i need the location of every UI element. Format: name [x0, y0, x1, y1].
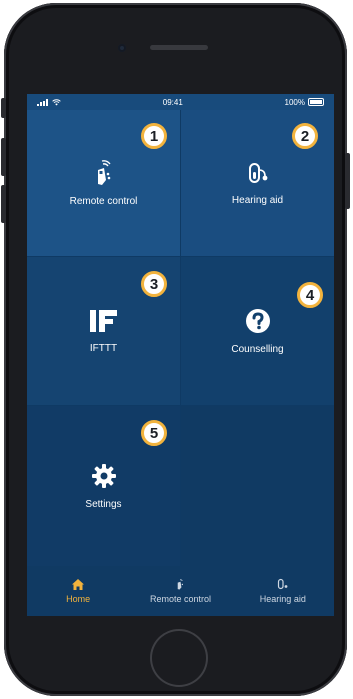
tab-remote-control[interactable]: Remote control	[129, 566, 231, 616]
home-icon	[72, 578, 85, 590]
tab-home[interactable]: Home	[27, 566, 129, 616]
tab-label-home: Home	[66, 593, 91, 604]
mute-switch	[1, 98, 6, 118]
signal-icon	[37, 98, 48, 106]
tile-remote-control[interactable]: Remote control 1	[27, 110, 180, 256]
tile-label-counselling: Counselling	[231, 343, 284, 355]
tile-hearing-aid[interactable]: Hearing aid 2	[181, 110, 334, 256]
gear-icon	[91, 463, 116, 488]
tile-ifttt[interactable]: IFTTT 3	[27, 257, 180, 405]
hearing-aid-icon	[278, 578, 288, 590]
volume-down-button	[1, 185, 6, 223]
tile-settings[interactable]: Settings 5	[27, 406, 180, 566]
hearing-aid-icon	[248, 162, 267, 183]
badge-2: 2	[292, 123, 318, 149]
app-screen: 09:41 100% Remote control 1 Hearing aid …	[27, 94, 334, 616]
tile-label-remote-control: Remote control	[69, 195, 138, 207]
earpiece-speaker	[150, 45, 208, 50]
remote-control-icon	[177, 579, 184, 590]
status-time: 09:41	[162, 97, 183, 107]
tab-label-hearing-aid: Hearing aid	[259, 594, 306, 604]
bottom-tab-bar: Home Remote control Hearing aid	[27, 566, 334, 616]
battery-percentage: 100%	[284, 97, 305, 107]
tile-label-ifttt: IFTTT	[89, 342, 118, 354]
ifttt-icon	[89, 309, 117, 332]
battery-icon	[308, 98, 324, 106]
wifi-icon	[52, 98, 61, 105]
badge-5: 5	[141, 420, 167, 446]
volume-up-button	[1, 138, 6, 176]
badge-4: 4	[297, 282, 323, 308]
front-camera	[118, 44, 126, 52]
tile-label-settings: Settings	[85, 498, 122, 510]
badge-1: 1	[141, 123, 167, 149]
tab-hearing-aid[interactable]: Hearing aid	[232, 566, 334, 616]
tile-label-hearing-aid: Hearing aid	[231, 194, 284, 206]
phone-frame: 09:41 100% Remote control 1 Hearing aid …	[1, 3, 350, 696]
question-icon	[245, 308, 270, 333]
power-button	[345, 153, 350, 209]
home-tile-grid: Remote control 1 Hearing aid 2 IFTTT 3 C…	[27, 110, 334, 566]
status-bar: 09:41 100%	[27, 94, 334, 110]
battery-indicator: 100%	[285, 98, 324, 107]
home-button[interactable]	[150, 629, 208, 687]
tab-label-remote-control: Remote control	[149, 594, 211, 604]
tile-empty	[181, 406, 334, 566]
status-left	[37, 98, 61, 106]
tile-counselling[interactable]: Counselling 4	[181, 257, 334, 405]
badge-3: 3	[141, 271, 167, 297]
remote-control-icon	[97, 159, 111, 185]
